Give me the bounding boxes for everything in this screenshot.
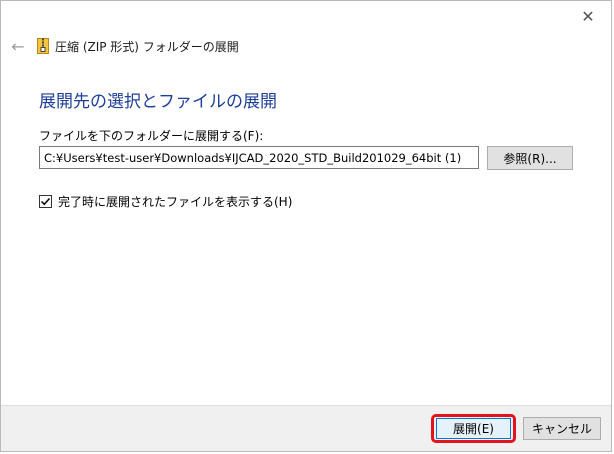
show-files-option[interactable]: 完了時に展開されたファイルを表示する(H) — [39, 193, 292, 210]
extract-dialog: ✕ ← 圧縮 (ZIP 形式) フォルダーの展開 展開先の選択とファイルの展開 … — [0, 0, 612, 452]
extract-button-highlight: 展開(E) — [431, 414, 516, 443]
browse-button[interactable]: 参照(R)... — [487, 146, 573, 170]
destination-label: ファイルを下のフォルダーに展開する(F): — [39, 129, 264, 143]
show-files-checkbox[interactable] — [39, 195, 52, 208]
checkmark-icon — [40, 197, 51, 206]
back-arrow-icon: ← — [11, 36, 25, 56]
extract-button[interactable]: 展開(E) — [436, 418, 511, 439]
show-files-label: 完了時に展開されたファイルを表示する(H) — [58, 195, 293, 209]
close-icon: ✕ — [581, 6, 595, 26]
window-title: 圧縮 (ZIP 形式) フォルダーの展開 — [55, 39, 239, 54]
close-button[interactable]: ✕ — [565, 1, 611, 31]
zip-folder-icon — [37, 38, 49, 54]
destination-path-input[interactable] — [39, 146, 479, 169]
dialog-footer: 展開(E) キャンセル — [1, 405, 611, 451]
page-heading: 展開先の選択とファイルの展開 — [39, 92, 277, 112]
title-bar: ← 圧縮 (ZIP 形式) フォルダーの展開 — [7, 34, 239, 58]
back-button[interactable]: ← — [7, 35, 29, 57]
cancel-button[interactable]: キャンセル — [523, 417, 601, 440]
